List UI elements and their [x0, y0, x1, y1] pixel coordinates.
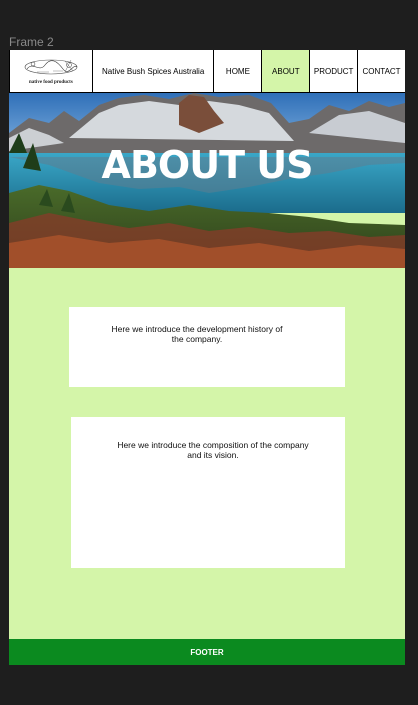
nav-product[interactable]: PRODUCT [310, 50, 359, 92]
hero-title: ABOUT US [101, 143, 314, 187]
hero-banner: ABOUT US [9, 93, 405, 268]
vision-section: Here we introduce the composition of the… [71, 417, 345, 568]
nav-contact[interactable]: CONTACT [358, 50, 405, 92]
site-footer: FOOTER [9, 639, 405, 665]
nav-about[interactable]: ABOUT [262, 50, 311, 92]
frame-label: Frame 2 [9, 35, 54, 49]
page-frame: native food products Native Bush Spices … [9, 50, 405, 665]
site-header: native food products Native Bush Spices … [9, 50, 405, 93]
history-text: Here we introduce the development histor… [111, 324, 283, 344]
nav-home[interactable]: HOME [214, 50, 263, 92]
vision-text: Here we introduce the composition of the… [117, 440, 309, 460]
footer-label: FOOTER [190, 647, 224, 657]
logo-illustration-icon [24, 59, 78, 75]
brand-name: Native Bush Spices Australia [93, 50, 215, 92]
logo[interactable]: native food products [9, 50, 93, 92]
history-section: Here we introduce the development histor… [69, 307, 345, 387]
logo-tagline: native food products [28, 80, 73, 85]
